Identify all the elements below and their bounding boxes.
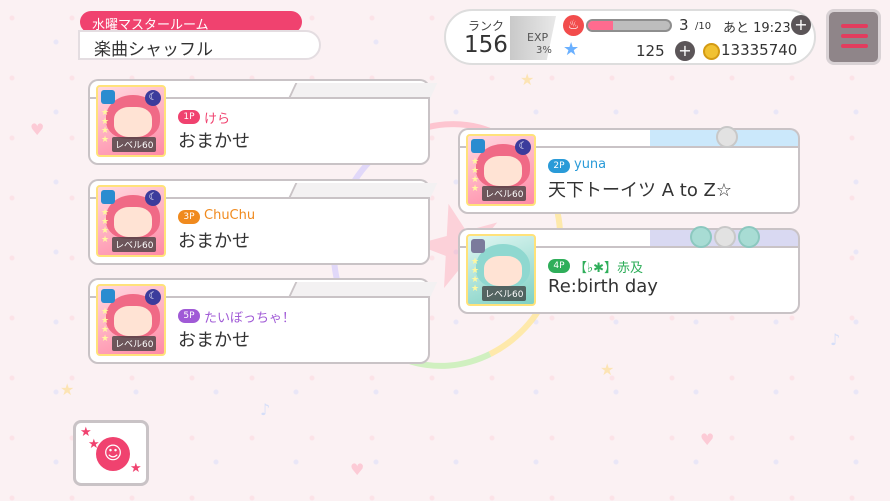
portrait-face bbox=[484, 156, 522, 186]
selected-song: おまかせ bbox=[178, 131, 250, 152]
selected-song: おまかせ bbox=[178, 330, 250, 351]
deco-heart-icon: ♥ bbox=[350, 460, 365, 479]
energy-count: 3 bbox=[679, 16, 689, 34]
player-slot-badge: 4P bbox=[548, 259, 570, 273]
energy-timer: あと 19:23 bbox=[723, 21, 791, 36]
player-slot-badge: 5P bbox=[178, 309, 200, 323]
attribute-icon bbox=[471, 239, 485, 253]
player-name: 【♭✱】赤及 bbox=[574, 261, 644, 276]
rarity-stars-icon: ★ ★ ★ ★ bbox=[101, 307, 110, 344]
moon-icon: ☾ bbox=[145, 289, 161, 305]
exp-label: EXP bbox=[527, 31, 549, 44]
attribute-icon bbox=[101, 289, 115, 303]
menu-icon-bar bbox=[841, 34, 868, 38]
attribute-icon bbox=[101, 190, 115, 204]
deco-star-icon: ★ bbox=[600, 360, 615, 379]
card-level: レベル60 bbox=[482, 286, 527, 301]
deco-note-icon: ♪ bbox=[830, 330, 841, 349]
player-card[interactable]: ☾ ★ ★ ★ ★ レベル60 2P yuna 天下トーイツ A to Z☆ bbox=[458, 126, 800, 214]
player-card[interactable]: ☾ ★ ★ ★ ★ レベル60 1P けら おまかせ bbox=[88, 79, 430, 165]
deco-star-icon: ★ bbox=[60, 380, 75, 399]
exp-percent: 3% bbox=[536, 45, 552, 56]
stamp-button[interactable]: ☺ ★ ★ ★ bbox=[73, 420, 149, 486]
player-slot-badge: 1P bbox=[178, 110, 200, 124]
menu-icon bbox=[841, 24, 868, 28]
player-card[interactable]: ★ ★ ★ ★ レベル60 4P 【♭✱】赤及 Re:birth day bbox=[458, 226, 800, 314]
member-avatar-icon bbox=[716, 126, 738, 148]
stamp-star-icon: ★ bbox=[88, 437, 100, 452]
star-icon: ★ bbox=[563, 39, 580, 60]
portrait-face bbox=[114, 207, 152, 237]
portrait-face bbox=[114, 306, 152, 336]
selected-song: おまかせ bbox=[178, 231, 250, 252]
energy-max: /10 bbox=[695, 21, 712, 32]
character-card-portrait: ★ ★ ★ ★ レベル60 bbox=[466, 234, 536, 306]
player-slot-badge: 3P bbox=[178, 210, 200, 224]
player-name: ChuChu bbox=[204, 208, 256, 223]
member-avatar-icon bbox=[714, 226, 736, 248]
card-level: レベル60 bbox=[482, 186, 527, 201]
player-card[interactable]: ☾ ★ ★ ★ ★ レベル60 3P ChuChu おまかせ bbox=[88, 179, 430, 265]
deco-star-icon: ★ bbox=[520, 70, 535, 89]
flame-icon: ♨ bbox=[563, 15, 584, 36]
portrait-face bbox=[114, 107, 152, 137]
rank-value: 156 bbox=[464, 32, 508, 58]
player-name: たいぼっちゃ！ bbox=[204, 311, 296, 326]
member-avatar-icon bbox=[690, 226, 712, 248]
add-star-button[interactable]: + bbox=[675, 41, 695, 61]
energy-bar-fill bbox=[588, 21, 613, 30]
player-status-panel: ランク 156 EXP 3% ♨ 3 /10 あと 19:23 + ★ 125 … bbox=[444, 9, 816, 65]
rarity-stars-icon: ★ ★ ★ ★ bbox=[471, 157, 480, 194]
stamp-icon: ☺ bbox=[96, 437, 130, 471]
character-card-portrait: ☾ ★ ★ ★ ★ レベル60 bbox=[466, 134, 536, 206]
character-card-portrait: ☾ ★ ★ ★ ★ レベル60 bbox=[96, 85, 166, 157]
card-level: レベル60 bbox=[112, 336, 157, 351]
deco-heart-icon: ♥ bbox=[30, 120, 45, 139]
player-name: yuna bbox=[574, 157, 607, 172]
menu-icon-bar bbox=[841, 44, 868, 48]
room-mode-label: 楽曲シャッフル bbox=[78, 30, 321, 60]
player-card[interactable]: ☾ ★ ★ ★ ★ レベル60 5P たいぼっちゃ！ おまかせ bbox=[88, 278, 430, 364]
portrait-face bbox=[484, 256, 522, 286]
moon-icon: ☾ bbox=[145, 90, 161, 106]
add-energy-button[interactable]: + bbox=[791, 15, 811, 35]
rarity-stars-icon: ★ ★ ★ ★ bbox=[101, 108, 110, 145]
star-count: 125 bbox=[636, 42, 665, 60]
moon-icon: ☾ bbox=[145, 190, 161, 206]
selected-song: Re:birth day bbox=[548, 276, 658, 297]
player-name: けら bbox=[204, 112, 231, 127]
character-card-portrait: ☾ ★ ★ ★ ★ レベル60 bbox=[96, 284, 166, 356]
moon-icon: ☾ bbox=[515, 139, 531, 155]
energy-bar bbox=[586, 19, 672, 32]
rarity-stars-icon: ★ ★ ★ ★ bbox=[471, 257, 480, 294]
selected-song: 天下トーイツ A to Z☆ bbox=[548, 180, 733, 201]
menu-button[interactable] bbox=[826, 9, 881, 65]
card-level: レベル60 bbox=[112, 137, 157, 152]
deco-heart-icon: ♥ bbox=[700, 430, 715, 449]
character-card-portrait: ☾ ★ ★ ★ ★ レベル60 bbox=[96, 185, 166, 257]
stamp-star-icon: ★ bbox=[130, 461, 142, 476]
member-avatar-icon bbox=[738, 226, 760, 248]
rarity-stars-icon: ★ ★ ★ ★ bbox=[101, 208, 110, 245]
coin-count: 13335740 bbox=[721, 41, 798, 59]
player-slot-badge: 2P bbox=[548, 159, 570, 173]
card-level: レベル60 bbox=[112, 237, 157, 252]
attribute-icon bbox=[101, 90, 115, 104]
attribute-icon bbox=[471, 139, 485, 153]
deco-note-icon: ♪ bbox=[260, 400, 271, 419]
coin-icon bbox=[703, 43, 720, 60]
